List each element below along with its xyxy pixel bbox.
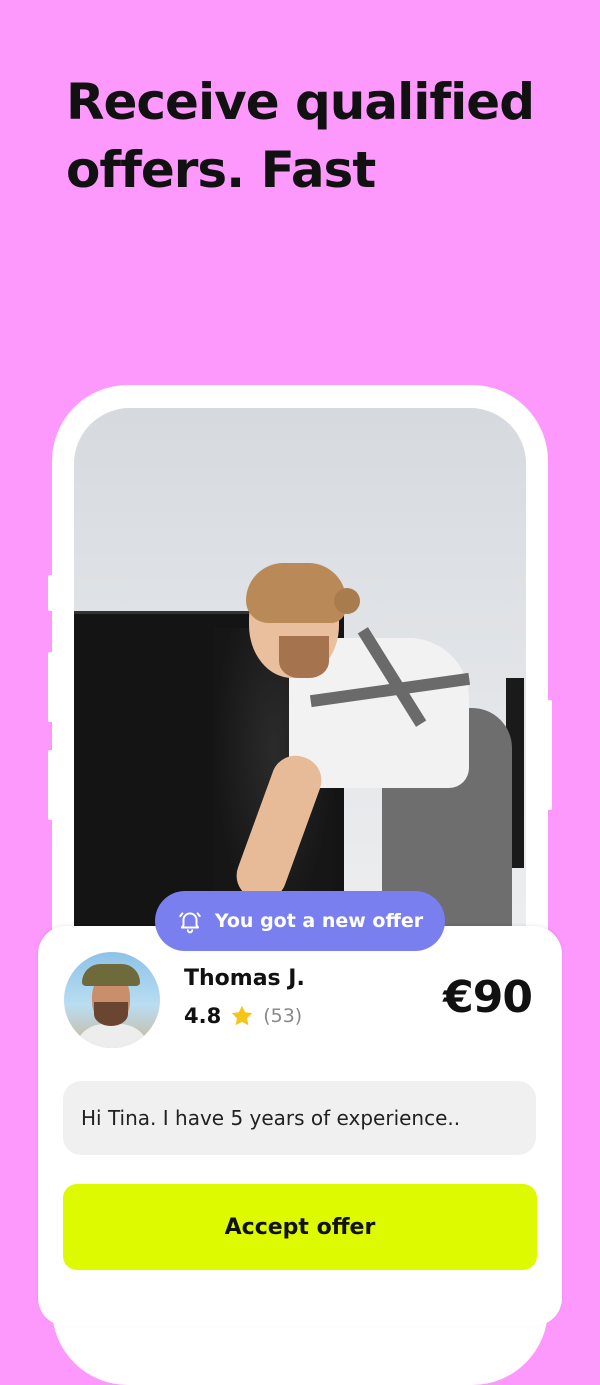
phone-power-button [547, 700, 552, 810]
photo-man-beard [279, 636, 329, 678]
headline: Receive qualified offers. Fast [66, 68, 566, 204]
offer-price: €90 [443, 972, 533, 1023]
phone-side-button [48, 575, 53, 611]
bell-icon [179, 912, 201, 934]
star-icon [231, 1005, 253, 1026]
review-count: (53) [263, 1005, 303, 1027]
notification-text: You got a new offer [214, 910, 424, 932]
headline-line-1: Receive qualified [66, 73, 535, 131]
avatar[interactable] [64, 952, 160, 1048]
photo-man-hair [246, 563, 346, 623]
phone-volume-up-button [48, 652, 53, 722]
new-offer-notification[interactable]: You got a new offer [155, 891, 445, 951]
avatar-beard [94, 1002, 128, 1026]
headline-line-2: offers. Fast [66, 141, 376, 199]
phone-volume-down-button [48, 750, 53, 820]
rating-value: 4.8 [184, 1004, 222, 1028]
accept-offer-button[interactable]: Accept offer [63, 1184, 537, 1270]
provider-name: Thomas J. [184, 966, 305, 991]
photo-man-bun [334, 588, 360, 614]
avatar-cap [82, 964, 140, 986]
offer-message[interactable]: Hi Tina. I have 5 years of experience.. [63, 1081, 536, 1155]
offer-message-text: Hi Tina. I have 5 years of experience.. [81, 1106, 461, 1130]
mover-photo [74, 408, 526, 968]
rating-row: 4.8 (53) [184, 1003, 302, 1029]
avatar-shirt [74, 1024, 150, 1048]
